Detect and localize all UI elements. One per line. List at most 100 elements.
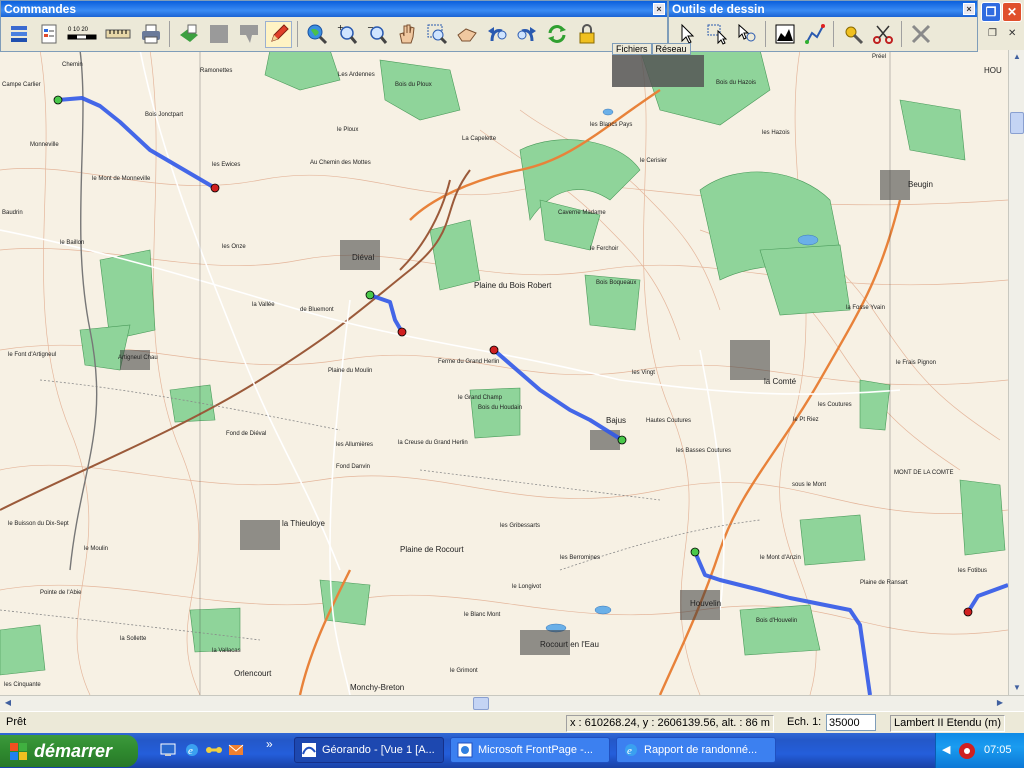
map-label: Au Chemin des Mottes — [310, 160, 371, 166]
lock-icon[interactable] — [573, 21, 600, 48]
map-label: les Cinquante — [4, 682, 41, 688]
restore-icon[interactable]: ❐ — [981, 2, 1001, 22]
map-label: Monneville — [30, 142, 59, 148]
pencil-icon[interactable] — [265, 20, 292, 48]
tab-reseau[interactable]: Réseau — [651, 43, 691, 55]
child-close-icon[interactable]: ✕ — [1008, 28, 1016, 39]
map-label: le Moulin — [84, 546, 109, 552]
map-label: Bois Boqueaux — [596, 280, 637, 286]
scroll-down-icon[interactable]: ▼ — [1009, 681, 1024, 695]
gray-shape-icon[interactable] — [235, 21, 262, 48]
status-ready: Prêt — [6, 716, 27, 728]
map-label: les Blancs Pays — [590, 122, 633, 128]
map-label: Pointe de l'Abie — [40, 590, 82, 596]
import-icon[interactable] — [175, 21, 202, 48]
hand-drag-icon[interactable] — [453, 21, 480, 48]
zoom-in-icon[interactable]: + — [333, 21, 360, 48]
scroll-left-icon[interactable]: ◀ — [0, 696, 16, 710]
map-label: Bois du Houdain — [478, 405, 523, 411]
frontpage-icon — [457, 742, 473, 758]
map-label: la Comté — [764, 377, 797, 386]
map-label: Bois Jonctpart — [145, 112, 184, 118]
select-box-icon[interactable] — [703, 21, 730, 48]
map-label: les Ewices — [212, 162, 241, 168]
map-label: Préel — [872, 54, 887, 60]
scroll-thumb[interactable] — [473, 697, 489, 710]
map-label: les Berromines — [560, 555, 601, 561]
map-label: le Mont d'Anzin — [760, 555, 801, 561]
print-icon[interactable] — [137, 21, 164, 48]
map-label: le Grand Champ — [458, 395, 503, 401]
scale-icon[interactable]: 0 10 20 — [65, 21, 99, 48]
gray-square-icon[interactable] — [205, 21, 232, 48]
tray-expand-icon[interactable]: ◀ — [942, 743, 950, 756]
map-label: le Baillon — [60, 240, 85, 246]
ruler-icon[interactable] — [102, 21, 134, 48]
network-icon[interactable] — [206, 742, 222, 758]
map-label: Hautes Coutures — [646, 418, 692, 424]
map-label: les Onze — [222, 244, 246, 250]
start-button[interactable]: démarrer — [0, 735, 138, 767]
task-label: Rapport de randonné... — [644, 744, 758, 756]
tab-panel — [612, 55, 704, 87]
map-label: les Gribessarts — [500, 523, 541, 529]
map-view[interactable]: Chemin Ramonettes Campe Carlier Les Arde… — [0, 50, 1008, 695]
drawing-tools-toolbar-title[interactable]: Outils de dessin × — [669, 1, 977, 17]
layers-icon[interactable] — [5, 21, 32, 48]
map-label: Ferme du Grand Herlin — [438, 359, 500, 365]
map-label: Artigneul Chau — [118, 355, 158, 361]
scale-input[interactable] — [826, 714, 876, 731]
tab-fichiers[interactable]: Fichiers — [612, 43, 652, 55]
zoom-out-icon[interactable]: − — [363, 21, 390, 48]
desktop-icon[interactable] — [160, 742, 176, 758]
refresh-icon[interactable] — [543, 21, 570, 48]
close-icon[interactable]: × — [963, 3, 975, 15]
antivirus-icon[interactable] — [958, 742, 976, 760]
map-label: La Capelette — [462, 136, 497, 142]
map-label: la Thieuloye — [282, 519, 325, 528]
map-label: la Creuse du Grand Herlin — [398, 440, 468, 446]
hand-pan-icon[interactable] — [393, 21, 420, 48]
task-rapport[interactable]: e Rapport de randonné... — [616, 737, 776, 763]
scissors-icon[interactable] — [869, 21, 896, 48]
undo-icon[interactable] — [483, 21, 510, 48]
scroll-up-icon[interactable]: ▲ — [1009, 50, 1024, 64]
close-icon[interactable]: × — [653, 3, 665, 15]
taskbar: démarrer e » Géorando - [Vue 1 [A... Mic… — [0, 733, 1024, 768]
profile-icon[interactable] — [771, 21, 798, 48]
commands-toolbar: Commandes × 0 10 20 + − — [0, 0, 668, 52]
map-label: Beugin — [908, 180, 933, 189]
select-magnify-icon[interactable] — [733, 21, 760, 48]
zoom-window-icon[interactable] — [423, 21, 450, 48]
task-frontpage[interactable]: Microsoft FrontPage -... — [450, 737, 610, 763]
svg-text:e: e — [627, 745, 632, 757]
quick-launch-chevron[interactable]: » — [266, 737, 273, 751]
svg-text:e: e — [188, 745, 193, 757]
mail-icon[interactable] — [228, 742, 244, 758]
map-label: Plaine du Moulin — [328, 368, 373, 374]
child-restore-icon[interactable]: ❐ — [988, 28, 997, 39]
tools-icon[interactable] — [839, 21, 866, 48]
toolbar-separator — [833, 21, 834, 47]
task-georando[interactable]: Géorando - [Vue 1 [A... — [294, 737, 444, 763]
status-bar: Prêt x : 610268.24, y : 2606139.56, alt.… — [0, 711, 1024, 733]
ie-icon[interactable]: e — [184, 742, 200, 758]
cross-tool-icon[interactable] — [907, 21, 934, 48]
map-label: la Fosse Yvain — [846, 305, 885, 311]
properties-icon[interactable] — [35, 21, 62, 48]
scroll-thumb[interactable] — [1010, 112, 1024, 134]
horizontal-scrollbar[interactable]: ◀ ▶ — [0, 695, 1024, 711]
map-label: Bois du Hazois — [716, 80, 757, 86]
vertical-scrollbar[interactable]: ▲ ▼ — [1008, 50, 1024, 695]
scroll-right-icon[interactable]: ▶ — [992, 696, 1008, 710]
commands-toolbar-title[interactable]: Commandes × — [1, 1, 667, 17]
map-label: Plaine de Ransart — [860, 580, 908, 586]
status-coordinates: x : 610268.24, y : 2606139.56, alt. : 86… — [566, 715, 774, 732]
redo-icon[interactable] — [513, 21, 540, 48]
globe-zoom-icon[interactable] — [303, 21, 330, 48]
ie-icon: e — [625, 744, 637, 757]
scale-ticks-text: 0 10 20 — [68, 27, 89, 33]
polyline-icon[interactable] — [801, 21, 828, 48]
close-window-icon[interactable]: ✕ — [1002, 2, 1022, 22]
map-label: Bois du Ploux — [395, 82, 432, 88]
